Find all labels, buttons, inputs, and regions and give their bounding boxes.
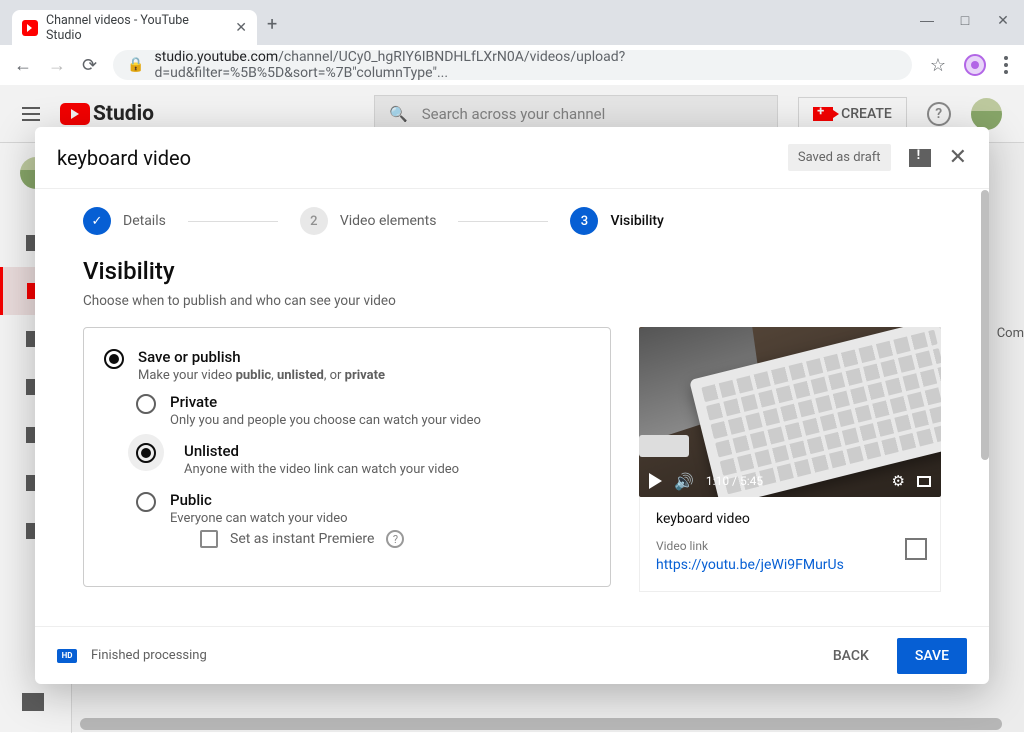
radio-icon[interactable]: [136, 394, 156, 414]
thumbnail-cable: [639, 435, 689, 457]
bookmark-star-icon[interactable]: ☆: [930, 55, 946, 76]
fullscreen-icon[interactable]: [917, 476, 931, 487]
option-title: Save or publish: [138, 348, 385, 366]
window-close-icon[interactable]: ✕: [996, 12, 1010, 29]
tab-strip: Channel videos - YouTube Studio ✕ +: [0, 0, 1024, 45]
step-details[interactable]: ✓ Details: [83, 207, 166, 235]
video-thumbnail[interactable]: 🔊 1:10 / 5:45 ⚙: [639, 327, 941, 497]
lock-icon: 🔒: [127, 57, 144, 73]
forward-arrow-icon[interactable]: →: [48, 55, 66, 76]
radio-icon[interactable]: [104, 349, 124, 369]
tab-close-icon[interactable]: ✕: [235, 20, 247, 36]
upload-modal: keyboard video Saved as draft ✕ ✓ Detail…: [35, 127, 989, 684]
window-maximize-icon[interactable]: □: [958, 12, 972, 29]
window-minimize-icon[interactable]: —: [920, 12, 934, 29]
back-arrow-icon[interactable]: ←: [14, 55, 32, 76]
radio-icon[interactable]: [136, 443, 156, 463]
option-public[interactable]: Public Everyone can watch your video Set…: [136, 491, 590, 548]
step-connector: [458, 221, 548, 222]
modal-footer: HD Finished processing BACK SAVE: [35, 626, 989, 684]
modal-header: keyboard video Saved as draft ✕: [35, 127, 989, 189]
step-connector: [188, 221, 278, 222]
save-button[interactable]: SAVE: [897, 638, 967, 674]
extension-icon[interactable]: [964, 54, 986, 76]
window-controls: — □ ✕: [912, 2, 1018, 29]
url-host: studio.youtube.com: [155, 49, 279, 65]
tab-title: Channel videos - YouTube Studio: [46, 13, 227, 43]
copy-link-icon[interactable]: [908, 541, 926, 559]
option-private[interactable]: Private Only you and people you choose c…: [136, 393, 590, 428]
feedback-icon[interactable]: [909, 149, 931, 167]
stepper: ✓ Details 2 Video elements 3 Visibility: [35, 189, 989, 253]
browser-chrome: — □ ✕ Channel videos - YouTube Studio ✕ …: [0, 0, 1024, 85]
option-title: Public: [170, 491, 404, 509]
new-tab-button[interactable]: +: [267, 14, 277, 39]
visibility-options-card: Save or publish Make your video public, …: [83, 327, 611, 587]
close-icon[interactable]: ✕: [949, 145, 967, 170]
address-bar-row: ← → ⟳ 🔒 studio.youtube.com/channel/UCy0_…: [0, 45, 1024, 85]
video-controls: 🔊 1:10 / 5:45 ⚙: [639, 465, 941, 497]
step-number: 3: [570, 207, 598, 235]
option-unlisted[interactable]: Unlisted Anyone with the video link can …: [136, 442, 590, 477]
step-visibility[interactable]: 3 Visibility: [570, 207, 663, 235]
address-right: ☆: [922, 54, 1016, 76]
hd-badge-icon: HD: [57, 649, 77, 663]
video-time: 1:10 / 5:45: [706, 474, 763, 488]
video-link-label: Video link: [656, 539, 924, 553]
video-preview: 🔊 1:10 / 5:45 ⚙ keyboard video Video lin…: [639, 327, 941, 592]
section-subheading: Choose when to publish and who can see y…: [83, 293, 941, 309]
option-desc: Make your video public, unlisted, or pri…: [138, 368, 385, 383]
premiere-checkbox-row[interactable]: Set as instant Premiere ?: [200, 530, 404, 548]
settings-gear-icon[interactable]: ⚙: [892, 472, 905, 490]
step-details-label: Details: [123, 213, 166, 229]
premiere-label: Set as instant Premiere: [230, 531, 374, 547]
help-tooltip-icon[interactable]: ?: [386, 530, 404, 548]
address-bar[interactable]: 🔒 studio.youtube.com/channel/UCy0_hgRIY6…: [113, 50, 912, 80]
step-visibility-label: Visibility: [610, 213, 663, 229]
modal-scrollbar[interactable]: [981, 190, 989, 460]
radio-icon[interactable]: [136, 492, 156, 512]
step-number: 2: [300, 207, 328, 235]
volume-icon[interactable]: 🔊: [674, 472, 694, 491]
option-title: Private: [170, 393, 481, 411]
option-title: Unlisted: [184, 442, 459, 460]
option-save-or-publish[interactable]: Save or publish Make your video public, …: [104, 348, 590, 383]
back-button[interactable]: BACK: [819, 638, 883, 674]
step-video-elements-label: Video elements: [340, 213, 437, 229]
checkbox-icon[interactable]: [200, 530, 218, 548]
modal-body: Visibility Choose when to publish and wh…: [35, 253, 989, 626]
video-link[interactable]: https://youtu.be/jeWi9FMurUs: [656, 557, 924, 573]
option-desc: Anyone with the video link can watch you…: [184, 462, 459, 477]
play-icon[interactable]: [649, 473, 662, 489]
preview-title: keyboard video: [656, 511, 924, 527]
nav-arrows: ← → ⟳: [8, 55, 103, 76]
youtube-favicon-icon: [22, 20, 38, 36]
preview-info: keyboard video Video link https://youtu.…: [639, 497, 941, 592]
browser-menu-icon[interactable]: [1004, 56, 1008, 74]
option-desc: Everyone can watch your video: [170, 511, 404, 526]
browser-tab[interactable]: Channel videos - YouTube Studio ✕: [12, 10, 257, 45]
processing-status: Finished processing: [91, 648, 207, 663]
step-video-elements[interactable]: 2 Video elements: [300, 207, 437, 235]
reload-icon[interactable]: ⟳: [82, 55, 97, 76]
modal-title: keyboard video: [57, 146, 191, 170]
draft-status-chip: Saved as draft: [788, 144, 891, 171]
option-desc: Only you and people you choose can watch…: [170, 413, 481, 428]
section-heading: Visibility: [83, 257, 941, 285]
check-icon: ✓: [83, 207, 111, 235]
